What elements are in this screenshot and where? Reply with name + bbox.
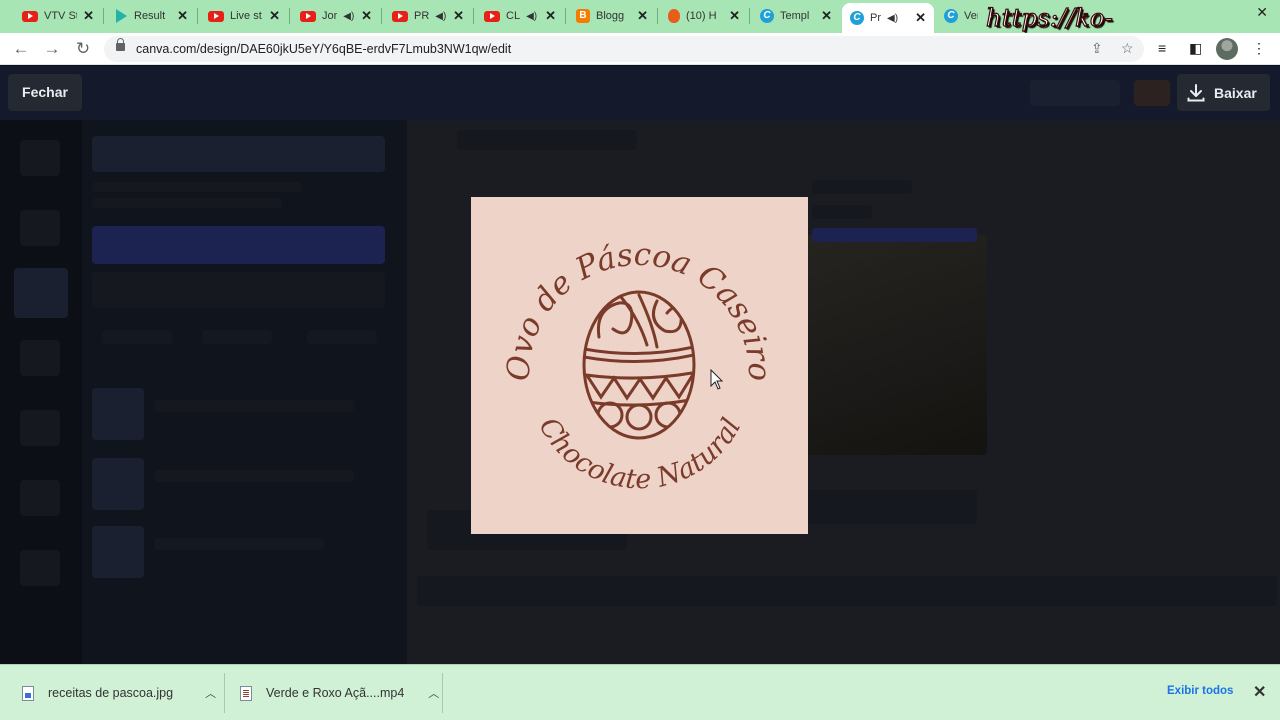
tab-title: CL bbox=[506, 10, 521, 22]
close-tab-icon[interactable]: ✕ bbox=[915, 10, 926, 26]
back-arrow-icon[interactable]: ← bbox=[10, 38, 32, 60]
show-all-downloads-link[interactable]: Exibir todos bbox=[1167, 685, 1233, 697]
browser-tab[interactable]: Live st ✕ bbox=[200, 3, 288, 29]
bookmark-star-icon[interactable]: ☆ bbox=[1121, 40, 1134, 57]
media-control-icon[interactable]: ≡ bbox=[1158, 40, 1166, 56]
bottom-arc-text: Chocolate Natural bbox=[533, 413, 748, 496]
tab-title: Blogg bbox=[596, 10, 625, 22]
browser-tab[interactable]: CL ◀) ✕ bbox=[476, 3, 564, 29]
tab-title: Templ bbox=[780, 10, 810, 22]
url-text: canva.com/design/DAE60jkU5eY/Y6qBE-erdvF… bbox=[136, 42, 512, 56]
close-tab-icon[interactable]: ✕ bbox=[361, 8, 372, 24]
close-tab-icon[interactable]: ✕ bbox=[177, 8, 188, 24]
menu-kebab-icon[interactable]: ⋮ bbox=[1252, 40, 1266, 57]
youtube-icon bbox=[392, 10, 408, 22]
canva-icon: C bbox=[850, 11, 864, 25]
browser-tab[interactable]: B Blogg ✕ bbox=[568, 3, 656, 29]
close-tab-icon[interactable]: ✕ bbox=[453, 8, 464, 24]
download-filename: receitas de pascoa.jpg bbox=[48, 686, 174, 700]
browser-tab[interactable]: C Verd bbox=[936, 3, 986, 29]
window-close-icon[interactable]: ✕ bbox=[1256, 4, 1268, 21]
browser-tab[interactable]: (10) H ✕ bbox=[660, 3, 748, 29]
download-item[interactable]: Verde e Roxo Açã....mp4 ︿ bbox=[240, 665, 439, 720]
reload-icon[interactable]: ↻ bbox=[72, 38, 94, 60]
design-preview-image: Ovo de Páscoa Caseiro Chocolate Natural bbox=[471, 197, 808, 534]
download-button[interactable]: Baixar bbox=[1177, 74, 1270, 111]
profile-avatar[interactable] bbox=[1216, 38, 1238, 60]
browser-tab[interactable]: PR ◀) ✕ bbox=[384, 3, 472, 29]
side-panel-icon[interactable]: ◧ bbox=[1189, 40, 1202, 57]
image-file-icon bbox=[22, 685, 34, 701]
download-label: Baixar bbox=[1214, 84, 1257, 101]
youtube-icon bbox=[484, 10, 500, 22]
decorated-egg-icon bbox=[582, 290, 696, 440]
close-tab-icon[interactable]: ✕ bbox=[83, 8, 94, 24]
tab-title: Pr bbox=[870, 12, 881, 24]
download-icon bbox=[1187, 83, 1205, 101]
address-bar[interactable]: canva.com/design/DAE60jkU5eY/Y6qBE-erdvF… bbox=[104, 36, 1144, 62]
browser-tab-strip: VTV St ✕ Result ✕ Live st ✕ Jor ◀) ✕ PR … bbox=[0, 0, 1280, 61]
tab-title: VTV St bbox=[44, 10, 78, 22]
close-preview-button[interactable]: Fechar bbox=[8, 74, 82, 111]
tab-title: (10) H bbox=[686, 10, 717, 22]
tab-title: PR bbox=[414, 10, 430, 22]
play-icon bbox=[114, 9, 128, 23]
speaker-icon[interactable]: ◀) bbox=[435, 11, 446, 22]
share-icon[interactable]: ⇪ bbox=[1091, 40, 1103, 57]
browser-tab[interactable]: Result ✕ bbox=[106, 3, 196, 29]
editor-panel bbox=[82, 120, 407, 664]
easter-egg-logo: Ovo de Páscoa Caseiro Chocolate Natural bbox=[500, 237, 777, 496]
tab-title: Live st bbox=[230, 10, 262, 22]
youtube-icon bbox=[22, 10, 38, 22]
editor-header bbox=[0, 66, 1280, 120]
forward-arrow-icon[interactable]: → bbox=[41, 38, 63, 60]
chevron-up-icon[interactable]: ︿ bbox=[428, 685, 439, 701]
browser-tab[interactable]: C Templ ✕ bbox=[752, 3, 840, 29]
download-item[interactable]: receitas de pascoa.jpg ︿ bbox=[22, 665, 216, 720]
lock-icon bbox=[116, 38, 125, 51]
download-filename: Verde e Roxo Açã....mp4 bbox=[266, 686, 405, 700]
browser-tab[interactable]: Jor ◀) ✕ bbox=[292, 3, 380, 29]
blogger-icon: B bbox=[576, 9, 590, 23]
speaker-icon[interactable]: ◀) bbox=[343, 11, 354, 22]
chevron-up-icon[interactable]: ︿ bbox=[205, 685, 216, 701]
close-tab-icon[interactable]: ✕ bbox=[729, 8, 740, 24]
fire-icon bbox=[668, 9, 680, 23]
canva-icon: C bbox=[944, 9, 958, 23]
editor-sidebar bbox=[0, 120, 82, 664]
canva-icon: C bbox=[760, 9, 774, 23]
browser-toolbar: ← → ↻ canva.com/design/DAE60jkU5eY/Y6qBE… bbox=[0, 33, 1280, 65]
speaker-icon[interactable]: ◀) bbox=[526, 11, 537, 22]
close-tab-icon[interactable]: ✕ bbox=[821, 8, 832, 24]
close-tab-icon[interactable]: ✕ bbox=[269, 8, 280, 24]
youtube-icon bbox=[208, 10, 224, 22]
tab-title: Verd bbox=[964, 10, 978, 22]
video-file-icon bbox=[240, 685, 252, 701]
browser-tab[interactable]: VTV St ✕ bbox=[14, 3, 102, 29]
youtube-icon bbox=[300, 10, 316, 22]
downloads-bar: receitas de pascoa.jpg ︿ Verde e Roxo Aç… bbox=[0, 664, 1280, 720]
close-downloads-icon[interactable]: ✕ bbox=[1253, 682, 1266, 702]
tab-title: Result bbox=[134, 10, 166, 22]
tab-title: Jor bbox=[322, 10, 338, 22]
close-tab-icon[interactable]: ✕ bbox=[545, 8, 556, 24]
mouse-cursor-icon bbox=[710, 369, 724, 390]
speaker-icon[interactable]: ◀) bbox=[887, 13, 898, 24]
close-tab-icon[interactable]: ✕ bbox=[637, 8, 648, 24]
browser-tab-active[interactable]: C Pr ◀) ✕ bbox=[842, 3, 934, 33]
